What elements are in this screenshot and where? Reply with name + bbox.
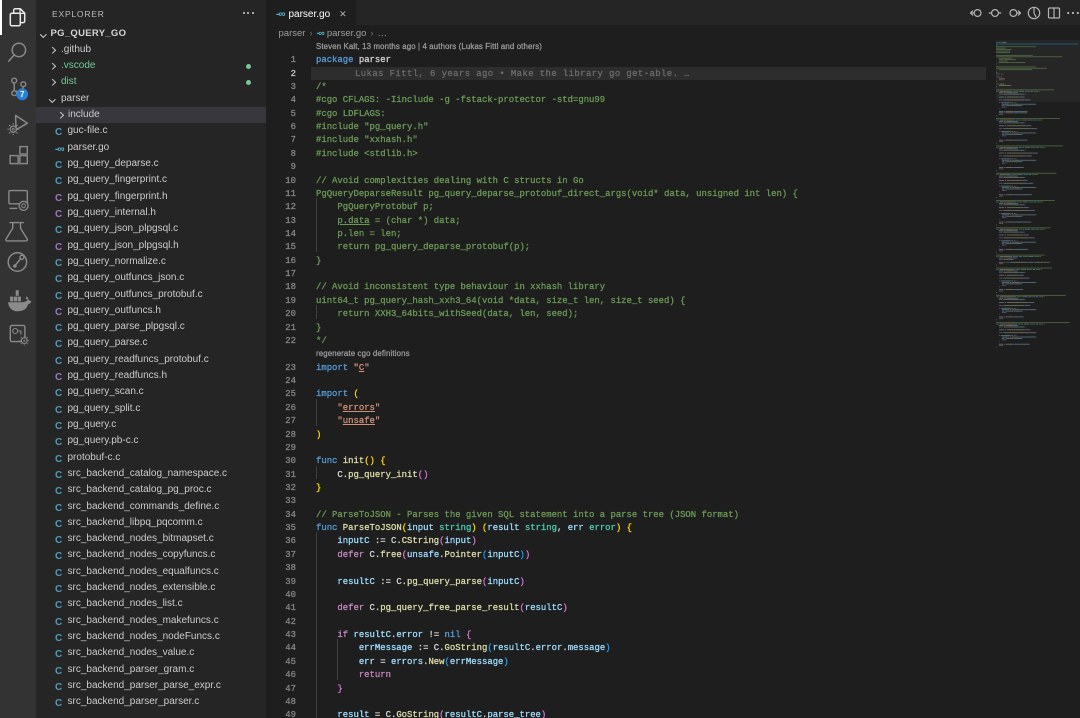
- svg-text:7: 7: [20, 90, 25, 99]
